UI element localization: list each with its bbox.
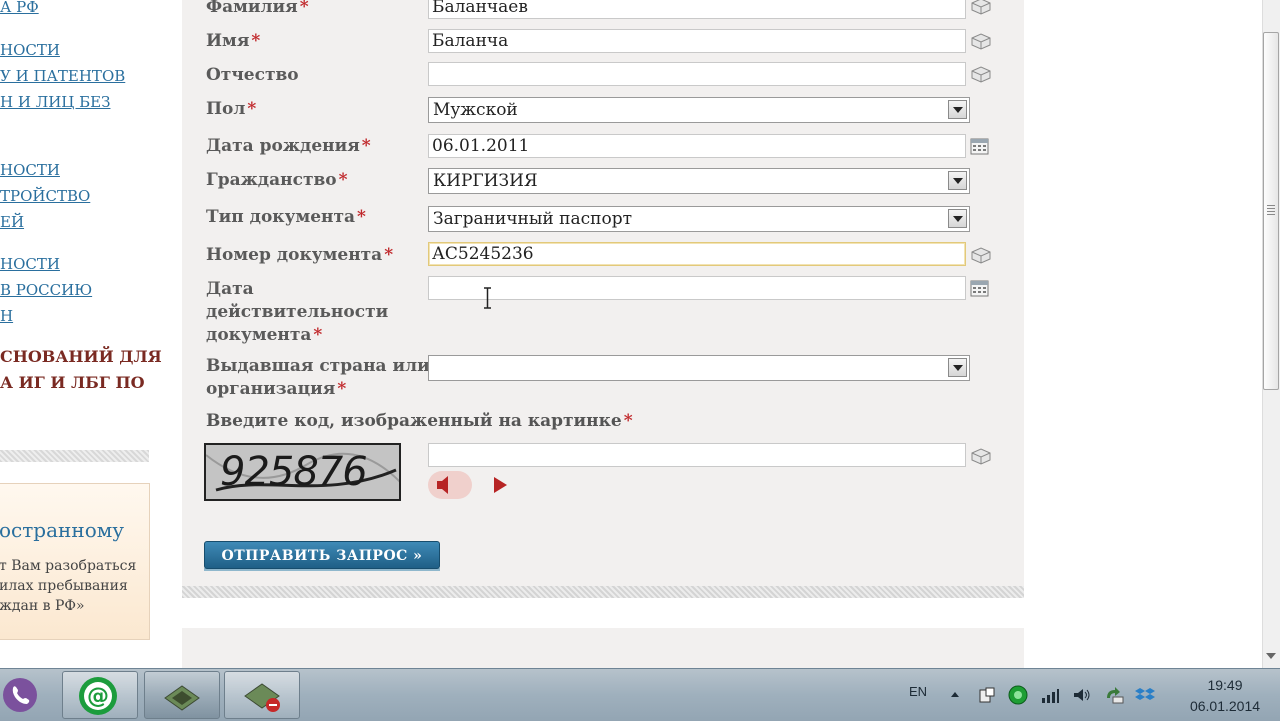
virtual-keyboard-icon[interactable] (969, 0, 993, 16)
gender-value: Мужской (433, 100, 518, 120)
doc-number-label: Номер документа * (206, 245, 394, 265)
birth-date-field[interactable]: 06.01.2011 (428, 134, 966, 158)
chevron-down-icon[interactable] (948, 358, 967, 377)
archive-app-icon (244, 683, 280, 712)
doc-validity-field[interactable] (428, 276, 966, 300)
clock-date[interactable]: 06.01.2014 (1170, 698, 1280, 714)
required-mark: * (251, 31, 261, 51)
required-mark: * (357, 207, 366, 227)
issuer-label: Выдавшая страна или организация * (206, 356, 430, 399)
sidebar-link[interactable]: Н И ЛИЦ БЕЗ (0, 93, 110, 111)
doc-validity-label: Дата действительности документа * (206, 279, 389, 345)
required-mark: * (247, 99, 257, 119)
required-mark: * (337, 379, 347, 399)
left-sidebar: А РФ НОСТИ У И ПАТЕНТОВ Н И ЛИЦ БЕЗ НОСТ… (0, 0, 162, 668)
citizenship-label: Гражданство * (206, 170, 348, 190)
taskbar-app-folder[interactable] (144, 671, 220, 719)
sidebar-link[interactable]: НОСТИ (0, 41, 60, 59)
patronymic-field[interactable] (428, 62, 966, 86)
chevron-down-icon[interactable] (948, 100, 967, 119)
sidebar-heading[interactable]: СНОВАНИЙ ДЛЯ (0, 347, 162, 366)
sidebar-divider (0, 450, 149, 462)
network-signal-icon[interactable] (1040, 686, 1060, 704)
gender-select[interactable]: Мужской (428, 97, 970, 123)
play-icon[interactable] (494, 477, 507, 493)
virtual-keyboard-icon[interactable] (969, 446, 993, 466)
calendar-icon[interactable] (970, 137, 989, 155)
scroll-down-arrow-icon[interactable] (1266, 653, 1276, 659)
doc-type-select[interactable]: Заграничный паспорт (428, 206, 970, 232)
doc-type-label: Тип документа * (206, 207, 366, 227)
promo-text: т Вам разобраться илах пребывания ждан в… (0, 558, 137, 614)
sync-icon[interactable] (1104, 686, 1124, 704)
doc-type-value: Заграничный паспорт (433, 209, 632, 229)
text-cursor-icon (484, 287, 491, 309)
captcha-field[interactable] (428, 443, 966, 467)
birth-date-label: Дата рождения * (206, 136, 371, 156)
citizenship-select[interactable]: КИРГИЗИЯ (428, 168, 970, 194)
sidebar-link[interactable]: НОСТИ (0, 255, 60, 273)
captcha-text: 925876 (220, 449, 368, 495)
gender-label: Пол * (206, 99, 257, 119)
scrollbar-grip (1267, 205, 1275, 215)
speaker-icon (437, 476, 448, 494)
citizenship-value: КИРГИЗИЯ (433, 171, 538, 191)
clock-time[interactable]: 19:49 (1180, 677, 1270, 693)
folder-app-icon (164, 685, 200, 711)
name-field[interactable]: Баланча (428, 29, 966, 53)
sidebar-link[interactable]: ЕЙ (0, 213, 24, 231)
sidebar-link-rf[interactable]: А РФ (0, 0, 39, 16)
patronymic-label: Отчество (206, 65, 299, 85)
virtual-keyboard-icon[interactable] (969, 64, 993, 84)
svg-text:@: @ (87, 684, 109, 709)
name-label: Имя * (206, 31, 261, 51)
chevron-down-icon[interactable] (948, 209, 967, 228)
required-mark: * (313, 325, 323, 345)
promo-title: остранному (0, 518, 125, 542)
required-mark: * (623, 411, 633, 431)
required-mark: * (361, 136, 371, 156)
required-mark: * (299, 0, 309, 17)
antivirus-icon[interactable] (1008, 685, 1028, 705)
sidebar-heading[interactable]: А ИГ И ЛБГ ПО (0, 373, 145, 392)
virtual-keyboard-icon[interactable] (969, 31, 993, 51)
issuer-select[interactable] (428, 355, 970, 381)
sidebar-link[interactable]: У И ПАТЕНТОВ (0, 67, 125, 85)
sidebar-link[interactable]: НОСТИ (0, 161, 60, 179)
virtual-keyboard-icon[interactable] (969, 245, 993, 265)
taskbar-app-mail-agent[interactable]: @ (62, 671, 138, 719)
viber-icon (3, 678, 37, 712)
sidebar-link[interactable]: В РОССИЮ (0, 281, 92, 299)
taskbar-app-archive[interactable] (224, 671, 300, 719)
show-hidden-icons-icon[interactable] (950, 690, 960, 698)
doc-number-field[interactable]: АС5245236 (428, 242, 966, 266)
captcha-image: 925876 (204, 443, 401, 501)
sidebar-link[interactable]: Н (0, 307, 13, 325)
required-mark: * (384, 245, 394, 265)
language-indicator[interactable]: EN (909, 684, 927, 699)
captcha-label: Введите код, изображенный на картинке * (206, 411, 633, 431)
taskbar-app-viber[interactable] (0, 671, 44, 719)
dropbox-icon[interactable] (1135, 686, 1155, 704)
chevron-down-icon[interactable] (948, 171, 967, 190)
calendar-icon[interactable] (970, 279, 989, 297)
volume-icon[interactable] (1072, 686, 1092, 704)
sidebar-link[interactable]: ТРОЙСТВО (0, 187, 90, 205)
audio-captcha-button[interactable] (428, 471, 472, 499)
surname-label: Фамилия * (206, 0, 309, 19)
submit-button[interactable]: ОТПРАВИТЬ ЗАПРОС » (204, 541, 440, 569)
panel-divider (182, 586, 1024, 598)
surname-field[interactable]: Баланчаев (428, 0, 966, 19)
promo-banner[interactable]: остранному т Вам разобраться илах пребыв… (0, 483, 150, 640)
mail-agent-icon: @ (79, 677, 117, 715)
next-panel (182, 628, 1024, 668)
safely-remove-icon[interactable] (978, 686, 996, 704)
required-mark: * (338, 170, 348, 190)
